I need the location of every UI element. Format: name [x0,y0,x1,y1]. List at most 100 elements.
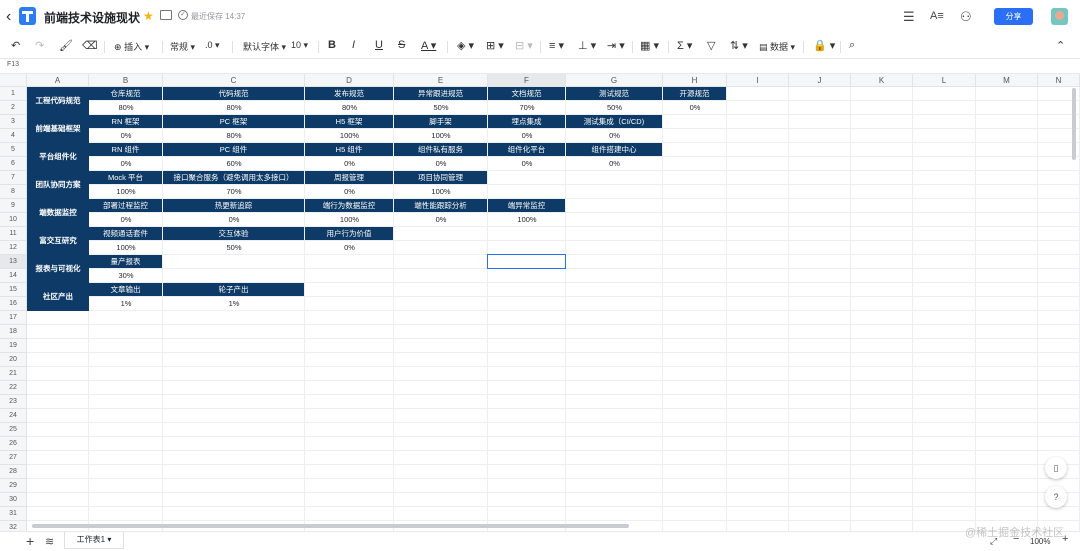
progress-value-cell[interactable]: 0% [394,213,488,227]
sheet-list-icon[interactable]: ≋ [45,535,54,548]
category-cell[interactable]: 社区产出 [27,283,89,311]
progress-value-cell[interactable]: 0% [488,157,566,171]
sheet-tab[interactable]: 工作表1 ▾ [64,532,124,549]
progress-value-cell[interactable]: 80% [89,101,163,115]
row-header-11[interactable]: 11 [0,227,27,241]
insert-menu[interactable]: ⊕ 插入 ▾ [114,40,149,53]
row-header-31[interactable]: 31 [0,507,27,521]
add-sheet-icon[interactable]: + [26,533,34,549]
row-header-8[interactable]: 8 [0,185,27,199]
row-header-16[interactable]: 16 [0,297,27,311]
back-icon[interactable]: ‹ [6,8,11,26]
vertical-scrollbar[interactable] [1072,88,1076,160]
mobile-preview-button[interactable]: ▯ [1045,457,1067,479]
column-header-m[interactable]: M [976,74,1038,87]
progress-value-cell[interactable]: 30% [89,269,163,283]
share-button[interactable]: 分享 [994,8,1033,25]
search-icon[interactable]: ⌕ [849,39,855,52]
item-name-cell[interactable]: H5 框架 [305,115,393,128]
item-name-cell[interactable]: 代码规范 [163,87,304,100]
item-name-cell[interactable]: 端异常监控 [488,199,565,212]
progress-value-cell[interactable]: 70% [163,185,305,199]
progress-value-cell[interactable]: 80% [163,101,305,115]
column-header-j[interactable]: J [789,74,851,87]
item-name-cell[interactable]: 文章输出 [89,283,162,296]
row-header-15[interactable]: 15 [0,283,27,297]
progress-value-cell[interactable]: 0% [305,185,394,199]
item-name-cell[interactable]: 端性能跟踪分析 [394,199,487,212]
progress-value-cell[interactable]: 100% [488,213,566,227]
cell-reference[interactable]: F13 [7,61,19,68]
item-name-cell[interactable]: 端行为数据监控 [305,199,393,212]
item-name-cell[interactable]: 测试集成（CI/CD) [566,115,662,128]
progress-value-cell[interactable]: 0% [566,129,663,143]
progress-value-cell[interactable]: 0% [566,157,663,171]
progress-value-cell[interactable]: 0% [305,241,394,255]
column-header-f[interactable]: F [488,74,566,87]
active-cell-f13[interactable] [487,254,566,269]
column-header-c[interactable]: C [163,74,305,87]
row-header-20[interactable]: 20 [0,353,27,367]
font-family-select[interactable]: 默认字体 ▾ [243,40,286,53]
progress-value-cell[interactable]: 70% [488,101,566,115]
item-name-cell[interactable]: 发布规范 [305,87,393,100]
data-menu[interactable]: ▤ 数据 ▾ [759,40,795,53]
progress-value-cell[interactable]: 100% [394,129,488,143]
item-name-cell[interactable]: 组件化平台 [488,143,565,156]
column-header-i[interactable]: I [727,74,789,87]
horizontal-align-icon[interactable]: ≡ ▾ [549,39,564,52]
item-name-cell[interactable]: RN 框架 [89,115,162,128]
progress-value-cell[interactable]: 80% [305,101,394,115]
merge-cells-icon[interactable]: ⊟ ▾ [515,39,533,52]
row-header-25[interactable]: 25 [0,423,27,437]
progress-value-cell[interactable]: 0% [89,157,163,171]
row-header-14[interactable]: 14 [0,269,27,283]
progress-value-cell[interactable]: 0% [488,129,566,143]
row-header-12[interactable]: 12 [0,241,27,255]
filter-icon[interactable]: ▽ [707,39,715,52]
clear-format-icon[interactable]: ⌫ [82,39,98,52]
row-header-1[interactable]: 1 [0,87,27,101]
italic-icon[interactable]: I [352,39,355,51]
item-name-cell[interactable]: 组件私有服务 [394,143,487,156]
item-name-cell[interactable]: 视频通话套件 [89,227,162,240]
redo-icon[interactable]: ↷ [35,39,44,52]
row-header-4[interactable]: 4 [0,129,27,143]
horizontal-scrollbar[interactable] [32,524,629,528]
text-format-icon[interactable]: A≡ [930,10,944,22]
text-wrap-icon[interactable]: ⇥ ▾ [607,39,625,52]
item-name-cell[interactable]: 脚手架 [394,115,487,128]
help-button[interactable]: ? [1045,486,1067,508]
category-cell[interactable]: 端数据监控 [27,199,89,227]
column-header-h[interactable]: H [663,74,727,87]
row-header-26[interactable]: 26 [0,437,27,451]
category-cell[interactable]: 前端基础框架 [27,115,89,143]
item-name-cell[interactable]: 开源规范 [663,87,726,100]
category-cell[interactable]: 工程代码规范 [27,87,89,115]
item-name-cell[interactable]: 轮子产出 [163,283,304,296]
progress-value-cell[interactable]: 100% [394,185,488,199]
collapse-toolbar-icon[interactable]: ⌃ [1056,39,1065,52]
progress-value-cell[interactable]: 0% [305,157,394,171]
progress-value-cell[interactable]: 0% [394,157,488,171]
item-name-cell[interactable]: PC 框架 [163,115,304,128]
category-cell[interactable]: 富交互研究 [27,227,89,255]
item-name-cell[interactable]: 部署过程监控 [89,199,162,212]
item-name-cell[interactable]: Mock 平台 [89,171,162,184]
row-header-28[interactable]: 28 [0,465,27,479]
row-header-9[interactable]: 9 [0,199,27,213]
lock-icon[interactable]: 🔒 ▾ [813,39,835,52]
strikethrough-icon[interactable]: S [398,39,405,51]
item-name-cell[interactable]: 组件搭建中心 [566,143,662,156]
progress-value-cell[interactable]: 60% [163,157,305,171]
row-header-29[interactable]: 29 [0,479,27,493]
freeze-icon[interactable]: ▦ ▾ [640,39,659,52]
row-header-18[interactable]: 18 [0,325,27,339]
font-size-select[interactable]: 10 ▾ [291,40,308,51]
avatar[interactable] [1051,8,1068,25]
item-name-cell[interactable]: 仓库规范 [89,87,162,100]
progress-value-cell[interactable]: 1% [89,297,163,311]
row-header-7[interactable]: 7 [0,171,27,185]
undo-icon[interactable]: ↶ [11,39,20,52]
item-name-cell[interactable]: 交互体验 [163,227,304,240]
